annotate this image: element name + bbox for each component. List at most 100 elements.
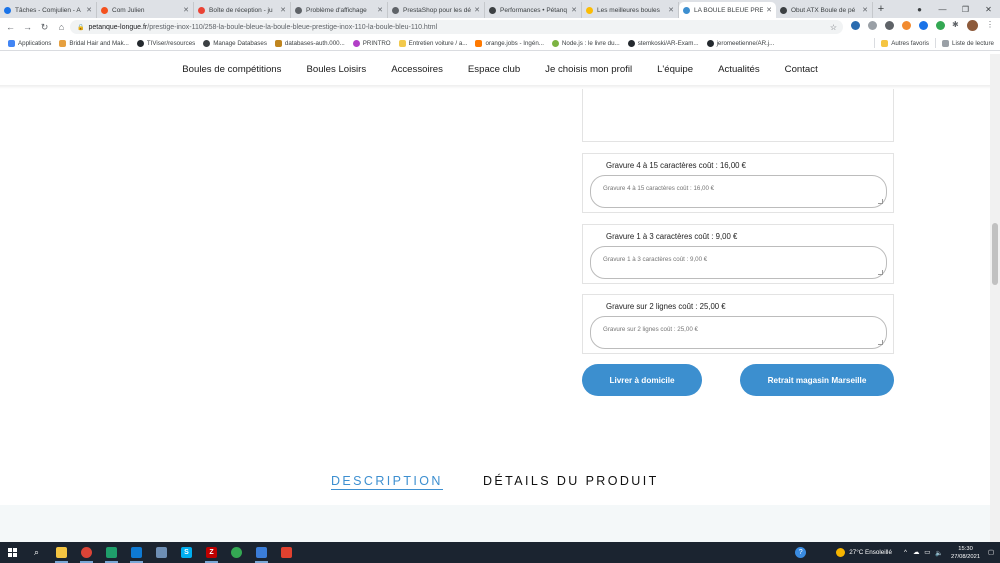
bookmark-item[interactable]: orange.jobs - Ingén...	[475, 39, 544, 47]
nav-item-contact[interactable]: Contact	[785, 64, 818, 75]
tray-chevron-icon[interactable]: ^	[904, 549, 907, 556]
help-icon[interactable]: ?	[795, 547, 807, 558]
extension-icon[interactable]	[851, 21, 860, 30]
nav-item-boules-loisirs[interactable]: Boules Loisirs	[306, 64, 366, 75]
taskbar-app-ui[interactable]	[274, 542, 299, 563]
extension-icon[interactable]	[919, 21, 928, 30]
taskbar-app-notes[interactable]	[149, 542, 174, 563]
other-bookmarks[interactable]: Autres favoris	[881, 39, 929, 47]
cloud-icon[interactable]: ☁	[913, 549, 919, 556]
browser-toolbar: ← → ↻ ⌂ 🔒 petanque-longue.fr/prestige-in…	[0, 18, 1000, 36]
taskbar-app-vscode[interactable]	[124, 542, 149, 563]
nav-item-profil[interactable]: Je choisis mon profil	[545, 64, 632, 75]
reading-list-icon	[942, 39, 950, 47]
profile-avatar[interactable]	[967, 20, 978, 31]
extensions-puzzle-icon[interactable]: ✱	[952, 20, 959, 29]
close-tab-icon[interactable]: ✕	[183, 6, 189, 14]
browser-tab-active[interactable]: LA BOULE BLEUE PRES ✕	[679, 2, 776, 18]
engraving-input[interactable]	[590, 316, 887, 349]
extension-icon[interactable]	[936, 21, 945, 30]
browser-tab[interactable]: Com Julien ✕	[97, 2, 194, 18]
nav-item-espace-club[interactable]: Espace club	[468, 64, 520, 75]
extension-icon[interactable]	[868, 21, 877, 30]
network-icon[interactable]: ▭	[924, 549, 930, 556]
apps-grid-icon	[8, 39, 15, 47]
taskbar-app-sublime[interactable]	[249, 542, 274, 563]
close-tab-icon[interactable]: ✕	[377, 6, 383, 14]
notifications-icon[interactable]: ▢	[988, 549, 994, 556]
engraving-label: Gravure 1 à 3 caractères coût : 9,00 €	[606, 232, 738, 241]
browser-tab[interactable]: Les meilleures boules ✕	[582, 2, 679, 18]
store-pickup-button[interactable]: Retrait magasin Marseille	[740, 364, 894, 396]
menu-kebab-icon[interactable]: ⋮	[986, 20, 994, 29]
bookmark-item[interactable]: TIViser/resources	[136, 39, 195, 47]
reading-list[interactable]: Liste de lecture	[942, 39, 994, 47]
engraving-input[interactable]	[590, 175, 887, 208]
taskbar-app-explorer[interactable]	[49, 542, 74, 563]
nav-item-equipe[interactable]: L'équipe	[657, 64, 693, 75]
scrollbar-thumb[interactable]	[992, 223, 998, 285]
extension-icon[interactable]	[902, 21, 911, 30]
nav-item-boules-competition[interactable]: Boules de compétitions	[182, 64, 281, 75]
bookmark-item[interactable]: Bridal Hair and Mak...	[59, 39, 129, 47]
nav-item-accessoires[interactable]: Accessoires	[391, 64, 443, 75]
bookmark-item[interactable]: Node.js : le livre du...	[551, 39, 620, 47]
taskbar-app-vscode-insiders[interactable]	[99, 542, 124, 563]
bookmark-item[interactable]: Entretien voiture / a...	[398, 39, 467, 47]
taskbar-app-skype[interactable]: S	[174, 542, 199, 563]
taskbar-app-filezilla[interactable]: Z	[199, 542, 224, 563]
engraving-input[interactable]	[590, 246, 887, 279]
resize-grip-icon[interactable]	[878, 199, 883, 204]
tab-product-details[interactable]: DÉTAILS DU PRODUIT	[483, 474, 659, 488]
close-tab-icon[interactable]: ✕	[474, 6, 480, 14]
back-icon[interactable]: ←	[4, 22, 17, 32]
resize-grip-icon[interactable]	[878, 270, 883, 275]
bookmark-star-icon[interactable]: ☆	[830, 23, 837, 32]
minimize-button[interactable]: —	[931, 5, 954, 14]
taskbar-app-chrome[interactable]	[74, 542, 99, 563]
bookmark-item[interactable]: databases-auth.000...	[274, 39, 345, 47]
bookmark-item[interactable]: Manage Databases	[203, 39, 267, 47]
home-delivery-button[interactable]: Livrer à domicile	[582, 364, 702, 396]
search-button[interactable]: ⌕	[24, 542, 49, 563]
bookmark-item[interactable]: stemkoski/AR-Exam...	[627, 39, 699, 47]
taskbar-app-chrome-profile[interactable]	[224, 542, 249, 563]
extension-icon[interactable]	[885, 21, 894, 30]
system-tray: ? 27°C Ensoleillé ^ ☁ ▭ 🔈 15:30 27/08/20…	[795, 542, 994, 563]
browser-tab[interactable]: Obut ATX Boule de pé ✕	[776, 2, 873, 18]
home-icon[interactable]: ⌂	[55, 22, 68, 32]
nav-item-actualites[interactable]: Actualités	[718, 64, 760, 75]
forward-icon[interactable]: →	[21, 22, 34, 32]
clock[interactable]: 15:30 27/08/2021	[951, 545, 980, 561]
maximize-button[interactable]: ❐	[954, 5, 977, 14]
new-tab-button[interactable]: +	[873, 2, 889, 18]
close-window-button[interactable]: ✕	[977, 5, 1000, 14]
tab-description[interactable]: DESCRIPTION	[331, 474, 443, 488]
browser-tab[interactable]: Tâches - Comjulien - A ✕	[0, 2, 97, 18]
tab-search-icon[interactable]: ●	[908, 5, 931, 14]
close-tab-icon[interactable]: ✕	[766, 6, 772, 14]
bookmark-item[interactable]: PRINTRO	[352, 39, 391, 47]
volume-icon[interactable]: 🔈	[935, 549, 943, 557]
github-icon	[706, 39, 714, 47]
browser-tab[interactable]: Problème d'affichage ✕	[291, 2, 388, 18]
tab-favicon-icon	[198, 6, 205, 14]
address-bar[interactable]: 🔒 petanque-longue.fr/prestige-inox-110/2…	[70, 20, 843, 34]
resize-grip-icon[interactable]	[878, 340, 883, 345]
reload-icon[interactable]: ↻	[38, 22, 51, 33]
bookmark-item[interactable]: jeromeetienne/AR.j...	[706, 39, 774, 47]
browser-tab[interactable]: Performances • Pétanq ✕	[485, 2, 582, 18]
bookmark-item[interactable]: Applications	[8, 39, 51, 47]
close-tab-icon[interactable]: ✕	[280, 6, 286, 14]
tab-favicon-icon	[683, 6, 690, 14]
url-path: /prestige-inox-110/258-la-boule-bleue-la…	[147, 23, 438, 31]
weather-text[interactable]: 27°C Ensoleillé	[849, 549, 892, 556]
close-tab-icon[interactable]: ✕	[862, 6, 868, 14]
close-tab-icon[interactable]: ✕	[571, 6, 577, 14]
browser-tab[interactable]: PrestaShop pour les dé ✕	[388, 2, 485, 18]
close-tab-icon[interactable]: ✕	[668, 6, 674, 14]
close-tab-icon[interactable]: ✕	[86, 6, 92, 14]
scrollbar-track[interactable]	[990, 54, 1000, 542]
browser-tab[interactable]: Boîte de réception - ju ✕	[194, 2, 291, 18]
start-button[interactable]	[0, 542, 24, 563]
